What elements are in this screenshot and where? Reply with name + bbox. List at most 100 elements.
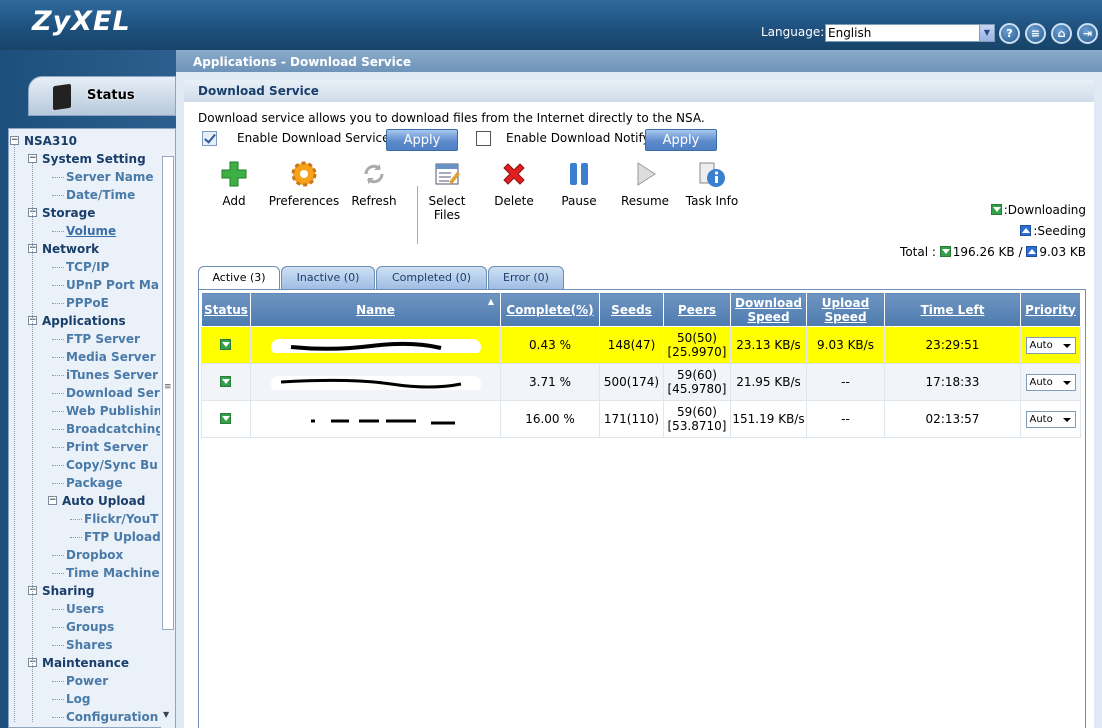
nav-item[interactable]: Copy/Sync Bu [66, 456, 158, 474]
nav-item[interactable]: Groups [66, 618, 114, 636]
logout-icon[interactable]: ⇥ [1077, 23, 1098, 44]
seeding-icon [1020, 225, 1032, 236]
resume-button[interactable]: Resume [620, 160, 670, 208]
col-seeds[interactable]: Seeds [599, 292, 664, 327]
document-icon[interactable]: ≡ [1025, 23, 1046, 44]
help-icon[interactable]: ? [999, 23, 1020, 44]
nav-item[interactable]: Users [66, 600, 104, 618]
tree-connector [52, 717, 64, 718]
tree-scrollbar[interactable]: ≡ ▼ [161, 150, 175, 728]
nav-item[interactable]: Server Name [66, 168, 154, 186]
row-upload-speed: 9.03 KB/s [806, 326, 885, 364]
zyxel-logo: ZyXEL [32, 6, 131, 37]
col-time-left[interactable]: Time Left [884, 292, 1021, 327]
table-row[interactable]: 16.00 % 171(110) 59(60) [53.8710] 151.19 … [201, 400, 1081, 438]
table-header-row: Status Name ▲ Complete(%) Seeds Peers Dow… [201, 292, 1081, 327]
scroll-down-icon[interactable]: ▼ [163, 710, 169, 719]
nav-item[interactable]: Sharing [42, 582, 94, 600]
tab-active[interactable]: Active (3) [198, 266, 280, 290]
row-complete: 16.00 % [500, 400, 600, 438]
enable-download-checkbox[interactable] [202, 131, 217, 146]
enable-notify-checkbox[interactable] [476, 131, 491, 146]
nav-item[interactable]: Time Machine [66, 564, 160, 582]
col-name[interactable]: Name ▲ [250, 292, 501, 327]
refresh-button[interactable]: Refresh [350, 160, 398, 208]
collapse-icon[interactable]: − [48, 496, 57, 505]
tab-inactive[interactable]: Inactive (0) [281, 266, 375, 289]
language-select[interactable]: English ▼ [825, 24, 995, 42]
downloading-label: :Downloading [1003, 203, 1086, 217]
resume-label: Resume [620, 194, 670, 208]
tree-connector [52, 195, 64, 196]
nav-item[interactable]: FTP Upload [84, 528, 160, 546]
apply-notify-button[interactable]: Apply [645, 129, 717, 151]
pause-icon [565, 160, 593, 188]
priority-select[interactable]: Auto [1025, 373, 1076, 391]
nav-item[interactable]: Power [66, 672, 108, 690]
nav-item[interactable]: Storage [42, 204, 95, 222]
scrollbar-thumb[interactable] [162, 156, 174, 630]
nav-item[interactable]: Date/Time [66, 186, 135, 204]
nav-item[interactable]: Volume [66, 222, 116, 240]
nav-item[interactable]: Package [66, 474, 123, 492]
status-tab[interactable]: Status [28, 76, 176, 116]
table-row[interactable]: 3.71 % 500(174) 59(60) [45.9780] 21.95 KB… [201, 363, 1081, 401]
refresh-label: Refresh [351, 194, 397, 208]
col-priority[interactable]: Priority [1020, 292, 1081, 327]
col-download-speed[interactable]: Download Speed [730, 292, 807, 327]
collapse-icon[interactable]: − [28, 154, 37, 163]
row-peers-count: 50(50) [677, 331, 717, 345]
total-down: 196.26 KB [952, 245, 1015, 259]
nav-item[interactable]: Log [66, 690, 90, 708]
tab-completed[interactable]: Completed (0) [376, 266, 487, 289]
tree-connector [52, 393, 64, 394]
nav-item[interactable]: Web Publishin [66, 402, 160, 420]
nav-item[interactable]: NSA310 [24, 132, 77, 150]
nav-item[interactable]: Shares [66, 636, 112, 654]
nav-item[interactable]: Download Serv [66, 384, 160, 402]
nav-item[interactable]: TCP/IP [66, 258, 109, 276]
priority-select[interactable]: Auto [1025, 336, 1076, 354]
row-peers-ratio: [25.9970] [667, 345, 727, 359]
tree-connector [52, 429, 64, 430]
col-upload-speed[interactable]: Upload Speed [806, 292, 885, 327]
nav-item[interactable]: PPPoE [66, 294, 109, 312]
nav-item[interactable]: UPnP Port Map [66, 276, 160, 294]
tree-connector [52, 645, 64, 646]
nav-item[interactable]: Maintenance [42, 654, 129, 672]
tab-error[interactable]: Error (0) [488, 266, 564, 289]
preferences-button[interactable]: Preferences [268, 160, 340, 208]
nav-item[interactable]: Auto Upload [62, 492, 145, 510]
apply-download-button[interactable]: Apply [386, 129, 458, 151]
task-info-button[interactable]: Task Info [684, 160, 740, 208]
nav-item[interactable]: Print Server [66, 438, 148, 456]
col-complete[interactable]: Complete(%) [500, 292, 600, 327]
nav-item[interactable]: Dropbox [66, 546, 123, 564]
nav-item[interactable]: Media Server [66, 348, 156, 366]
nav-item[interactable]: Broadcatching [66, 420, 160, 438]
delete-button[interactable]: Delete [490, 160, 538, 208]
nav-item[interactable]: iTunes Server [66, 366, 158, 384]
add-button[interactable]: Add [214, 160, 254, 208]
tree-connector [52, 627, 64, 628]
col-peers[interactable]: Peers [663, 292, 731, 327]
row-time-left: 02:13:57 [884, 400, 1021, 438]
language-label: Language: [761, 25, 825, 39]
tree-connector [52, 573, 64, 574]
downloading-icon [219, 339, 231, 350]
home-icon[interactable]: ⌂ [1051, 23, 1072, 44]
nav-item[interactable]: Configuration [66, 708, 158, 726]
nav-item[interactable]: FTP Server [66, 330, 140, 348]
table-row[interactable]: 0.43 % 148(47) 50(50) [25.9970] 23.13 KB/… [201, 326, 1081, 364]
col-name-label: Name [356, 302, 395, 317]
nav-item[interactable]: Applications [42, 312, 126, 330]
select-files-button[interactable]: Select Files [428, 160, 466, 222]
pause-button[interactable]: Pause [557, 160, 601, 208]
priority-select[interactable]: Auto [1025, 410, 1076, 428]
nav-item[interactable]: Flickr/YouT [84, 510, 158, 528]
tree-connector [52, 267, 64, 268]
nav-item[interactable]: Network [42, 240, 99, 258]
nav-item[interactable]: System Setting [42, 150, 146, 168]
col-status[interactable]: Status [201, 292, 251, 327]
collapse-icon[interactable]: − [10, 136, 19, 145]
